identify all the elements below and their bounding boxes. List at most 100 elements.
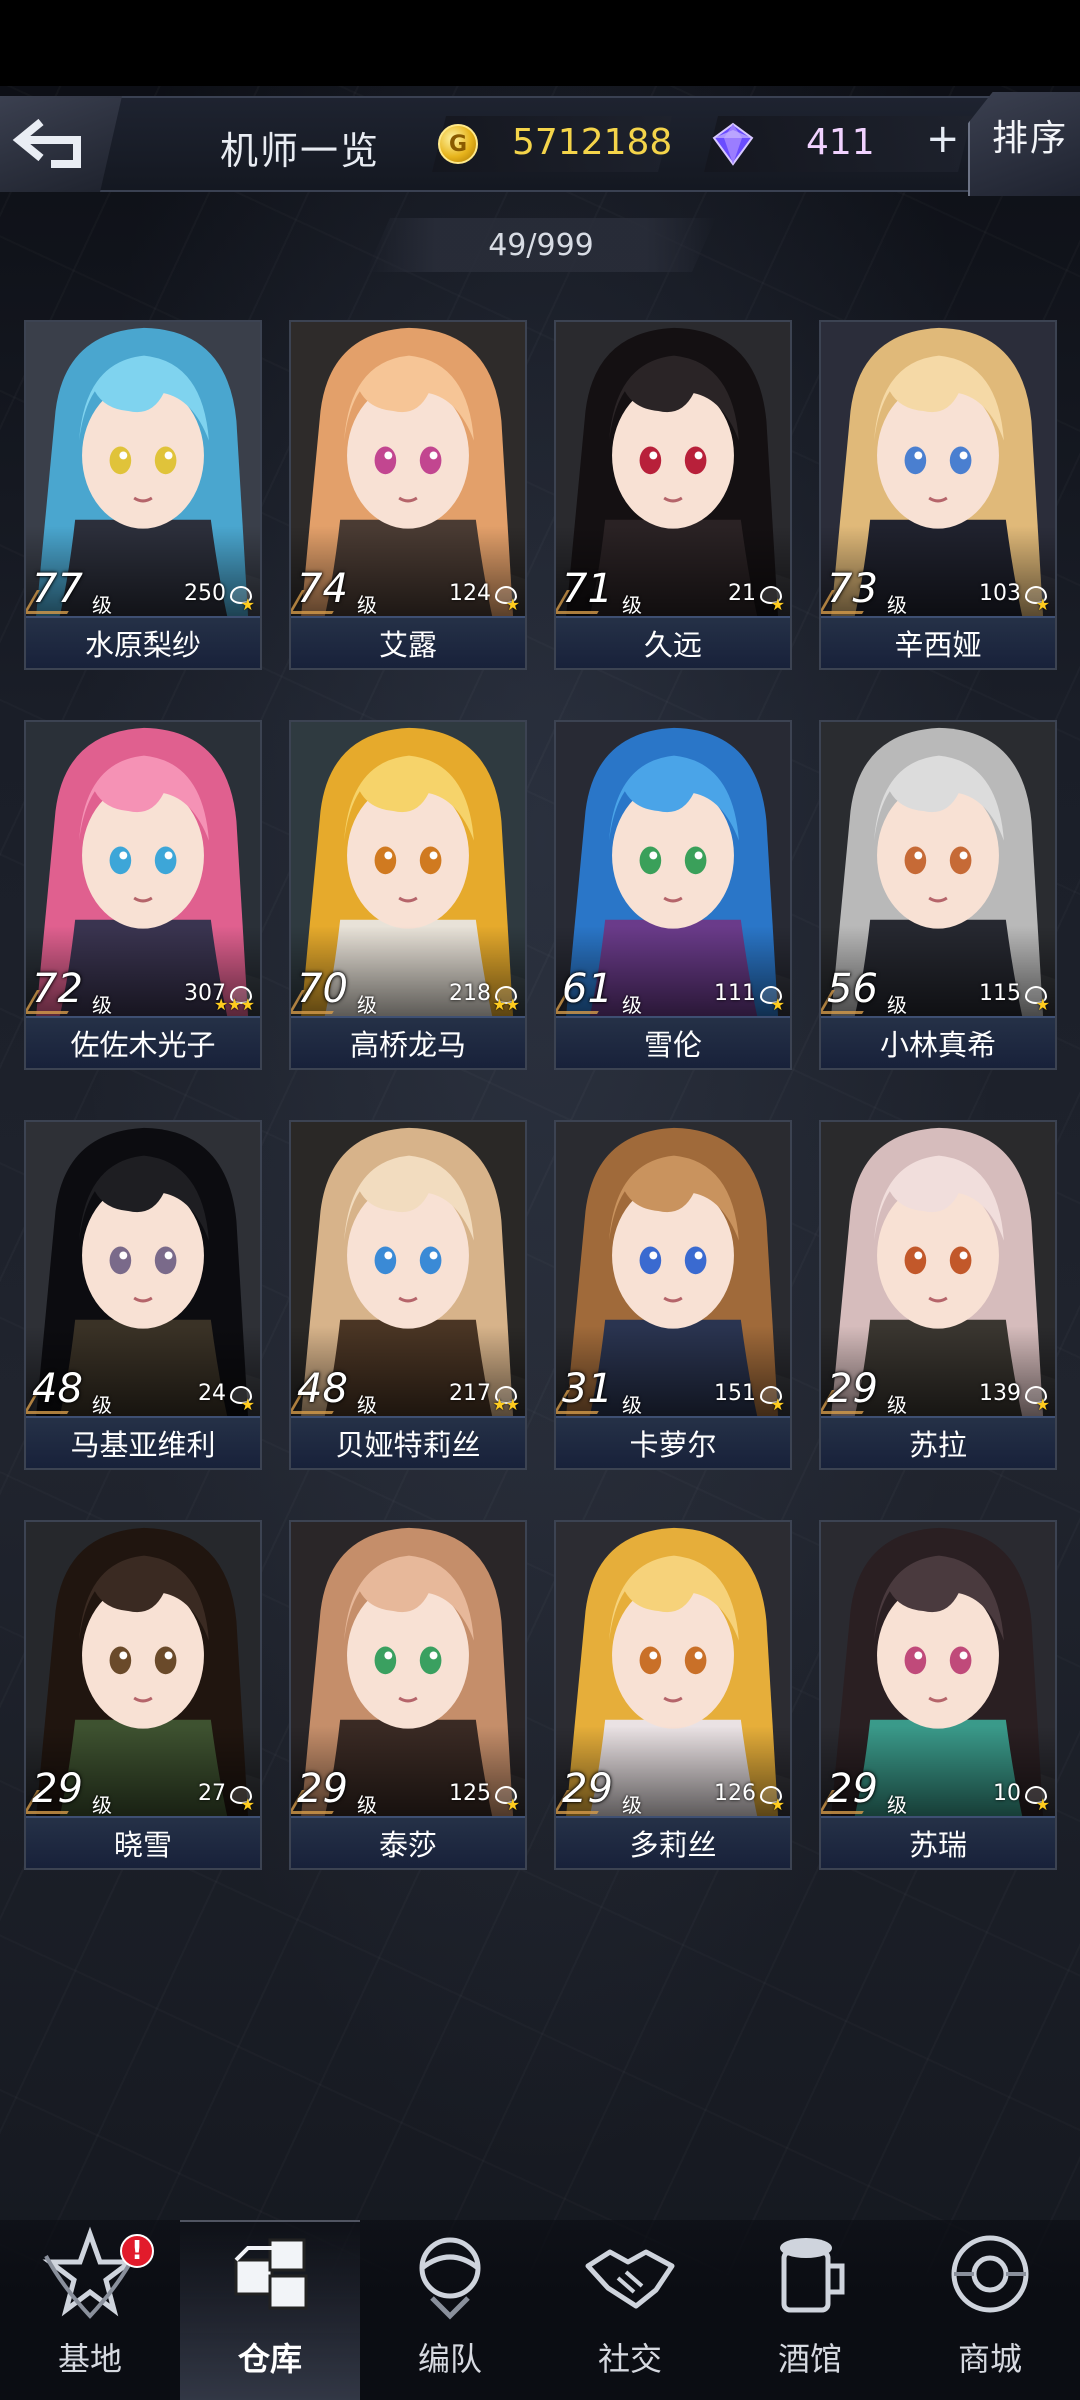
- star-rating: ★: [1035, 1395, 1050, 1414]
- pilot-card[interactable]: 29 级 139 ★ 苏拉: [819, 1120, 1057, 1470]
- sort-label: 排序: [991, 118, 1068, 159]
- pilot-card[interactable]: 70 级 218 ★★ 高桥龙马: [289, 720, 527, 1070]
- level-unit: 级: [622, 1793, 642, 1817]
- pilot-affection: 139: [979, 1381, 1021, 1406]
- nav-item-squad[interactable]: 编队: [360, 2220, 540, 2400]
- pilot-name: 马基亚维利: [26, 1416, 260, 1468]
- pilot-card[interactable]: 31 级 151 ★ 卡萝尔: [554, 1120, 792, 1470]
- star-rating: ★: [240, 1395, 255, 1414]
- pilot-affection: 111: [714, 981, 756, 1006]
- pilot-level: 29: [32, 1766, 83, 1812]
- level-unit: 级: [887, 593, 907, 617]
- nav-label: 编队: [417, 2340, 482, 2378]
- star-rating: ★: [770, 995, 785, 1014]
- pilot-card[interactable]: 48 级 24 ★ 马基亚维利: [24, 1120, 262, 1470]
- status-bar: [0, 0, 1080, 86]
- pilot-name: 水原梨纱: [26, 616, 260, 668]
- pilot-card[interactable]: 71 级 21 ★ 久远: [554, 320, 792, 670]
- nav-item-shop[interactable]: 商城: [900, 2220, 1080, 2400]
- nav-item-handshake[interactable]: 社交: [540, 2220, 720, 2400]
- pilot-count: 49/999: [366, 218, 716, 272]
- top-bar: 机师一览 G 5712188 411 + 排序: [0, 86, 1080, 204]
- star-rating: ★: [1035, 1795, 1050, 1814]
- nav-item-tavern[interactable]: 酒馆: [720, 2220, 900, 2400]
- pilot-card[interactable]: 74 级 124 ★ 艾露: [289, 320, 527, 670]
- pilot-grid: 77 级 250 ★ 水原梨纱 74 级 124 ★ 艾露 71 级 21 ★: [24, 320, 1057, 1870]
- gem-amount: 411: [806, 122, 875, 163]
- pilot-card[interactable]: 73 级 103 ★ 辛西娅: [819, 320, 1057, 670]
- level-unit: 级: [92, 1393, 112, 1417]
- level-unit: 级: [357, 593, 377, 617]
- pilot-affection: 218: [449, 981, 491, 1006]
- pilot-card[interactable]: 77 级 250 ★ 水原梨纱: [24, 320, 262, 670]
- pilot-affection: 151: [714, 1381, 756, 1406]
- nav-label: 商城: [957, 2340, 1022, 2378]
- level-unit: 级: [92, 593, 112, 617]
- pilot-level: 48: [32, 1366, 83, 1412]
- star-rating: ★: [505, 1795, 520, 1814]
- pilot-level: 61: [562, 966, 613, 1012]
- nav-label: 社交: [597, 2340, 662, 2378]
- star-rating: ★★★: [213, 995, 255, 1014]
- nav-item-base[interactable]: 基地!: [0, 2220, 180, 2400]
- pilot-affection: 27: [198, 1781, 226, 1806]
- pilot-level: 70: [297, 966, 348, 1012]
- pilot-level: 31: [562, 1366, 613, 1412]
- diamond-icon: [712, 122, 754, 166]
- back-arrow-icon: [12, 118, 81, 168]
- level-unit: 级: [92, 993, 112, 1017]
- pilot-list-screen: 机师一览 G 5712188 411 + 排序 49/999 77 级 250 …: [0, 0, 1080, 2400]
- sort-button[interactable]: 排序: [968, 92, 1080, 196]
- pilot-card[interactable]: 72 级 307 ★★★ 佐佐木光子: [24, 720, 262, 1070]
- star-rating: ★★: [492, 1395, 520, 1414]
- pilot-name: 晓雪: [26, 1816, 260, 1868]
- pilot-affection: 24: [198, 1381, 226, 1406]
- tavern-icon: [762, 2226, 858, 2322]
- level-unit: 级: [357, 1793, 377, 1817]
- pilot-name: 贝娅特莉丝: [291, 1416, 525, 1468]
- level-unit: 级: [887, 1393, 907, 1417]
- pilot-level: 29: [562, 1766, 613, 1812]
- pilot-card[interactable]: 61 级 111 ★ 雪伦: [554, 720, 792, 1070]
- pilot-card[interactable]: 29 级 10 ★ 苏瑞: [819, 1520, 1057, 1870]
- pilot-level: 48: [297, 1366, 348, 1412]
- pilot-name: 多莉丝: [556, 1816, 790, 1868]
- pilot-level: 72: [32, 966, 83, 1012]
- add-gems-button[interactable]: +: [926, 116, 960, 162]
- pilot-affection: 21: [728, 581, 756, 606]
- nav-item-warehouse[interactable]: 仓库: [180, 2220, 360, 2400]
- pilot-affection: 115: [979, 981, 1021, 1006]
- handshake-icon: [582, 2226, 678, 2322]
- pilot-card[interactable]: 29 级 126 ★ 多莉丝: [554, 1520, 792, 1870]
- squad-icon: [402, 2226, 498, 2322]
- gold-coin-icon: G: [438, 124, 478, 164]
- pilot-affection: 217: [449, 1381, 491, 1406]
- pilot-card[interactable]: 56 级 115 ★ 小林真希: [819, 720, 1057, 1070]
- pilot-level: 29: [827, 1766, 878, 1812]
- pilot-card[interactable]: 29 级 27 ★ 晓雪: [24, 1520, 262, 1870]
- pilot-name: 雪伦: [556, 1016, 790, 1068]
- pilot-affection: 126: [714, 1781, 756, 1806]
- star-rating: ★: [770, 595, 785, 614]
- star-rating: ★: [1035, 995, 1050, 1014]
- pilot-name: 小林真希: [821, 1016, 1055, 1068]
- pilot-name: 佐佐木光子: [26, 1016, 260, 1068]
- star-rating: ★: [1035, 595, 1050, 614]
- nav-label: 酒馆: [777, 2340, 842, 2378]
- nav-label: 基地: [57, 2340, 122, 2378]
- pilot-card[interactable]: 29 级 125 ★ 泰莎: [289, 1520, 527, 1870]
- pilot-affection: 103: [979, 581, 1021, 606]
- screen-title: 机师一览: [220, 129, 381, 173]
- pilot-level: 29: [297, 1766, 348, 1812]
- warehouse-icon: [222, 2226, 318, 2322]
- pilot-name: 久远: [556, 616, 790, 668]
- star-rating: ★: [770, 1795, 785, 1814]
- star-rating: ★: [240, 595, 255, 614]
- shop-icon: [942, 2226, 1038, 2322]
- pilot-affection: 10: [993, 1781, 1021, 1806]
- level-unit: 级: [357, 1393, 377, 1417]
- pilot-level: 77: [32, 566, 83, 612]
- star-rating: ★: [240, 1795, 255, 1814]
- star-rating: ★★: [492, 995, 520, 1014]
- pilot-card[interactable]: 48 级 217 ★★ 贝娅特莉丝: [289, 1120, 527, 1470]
